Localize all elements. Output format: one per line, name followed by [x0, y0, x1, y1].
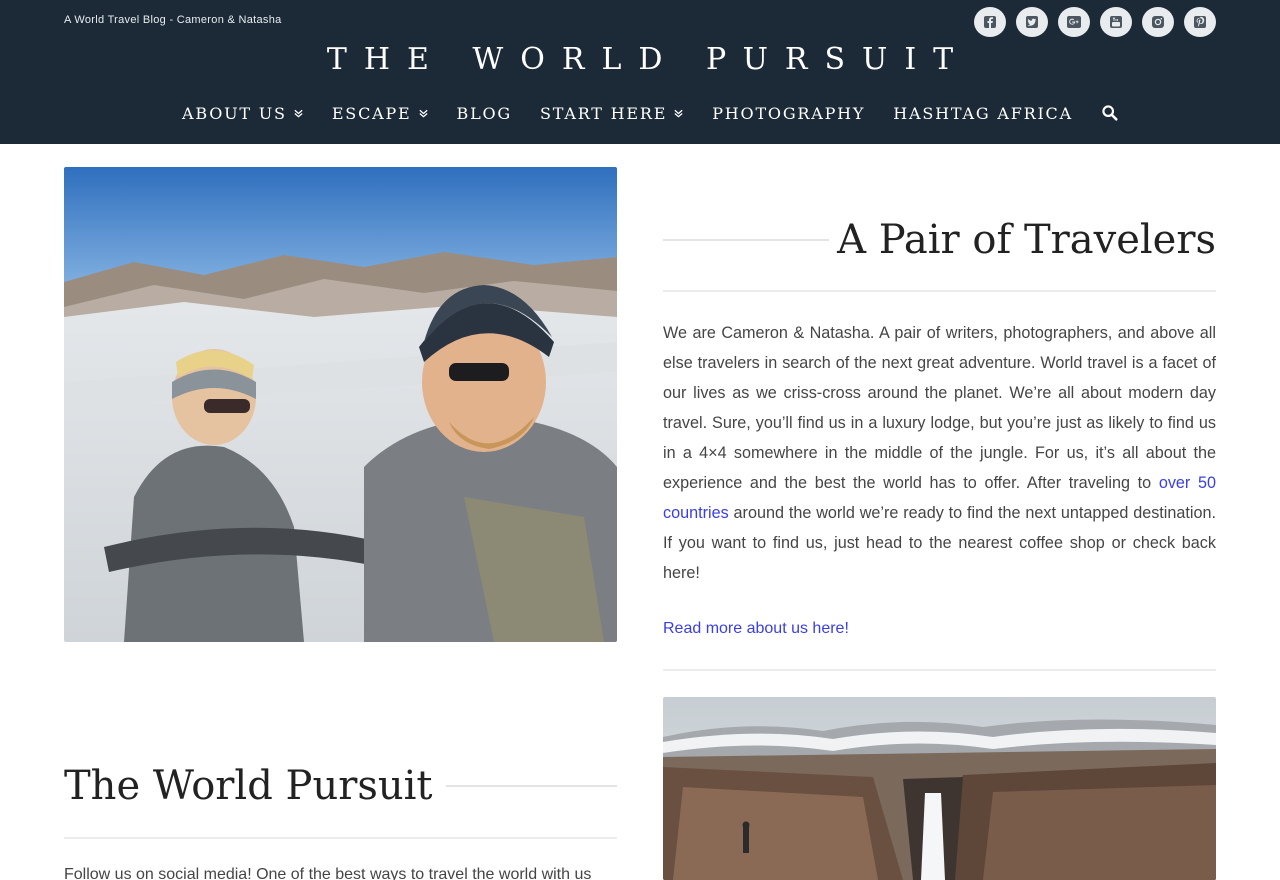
- main-nav: ABOUT US ESCAPE BLOG START HERE PHOTOGRA…: [182, 100, 1121, 126]
- nav-item-label: ESCAPE: [331, 103, 412, 123]
- pursuit-heading-row: The World Pursuit: [64, 758, 617, 814]
- read-more-divider: [663, 669, 1216, 671]
- nav-item-label: PHOTOGRAPHY: [712, 103, 866, 123]
- site-brand-title[interactable]: THE WORLD PURSUIT: [0, 42, 1280, 77]
- facebook-icon[interactable]: [974, 7, 1006, 37]
- instagram-icon[interactable]: [1142, 7, 1174, 37]
- chevron-down-icon: [294, 109, 303, 118]
- nav-item-label: ABOUT US: [182, 103, 287, 123]
- heading-divider: [446, 785, 617, 787]
- twitter-icon[interactable]: [1016, 7, 1048, 37]
- chevron-down-icon: [674, 109, 683, 118]
- nav-item-label: HASHTAG AFRICA: [893, 103, 1073, 123]
- nav-item-hashtag-africa[interactable]: HASHTAG AFRICA: [893, 100, 1073, 126]
- search-icon[interactable]: [1101, 103, 1121, 123]
- read-more-link[interactable]: Read more about us here!: [663, 614, 849, 644]
- site-header: A World Travel Blog - Cameron & Natasha …: [0, 0, 1280, 144]
- nav-item-photography[interactable]: PHOTOGRAPHY: [712, 100, 865, 126]
- about-heading-row: A Pair of Travelers: [663, 212, 1216, 268]
- pinterest-icon[interactable]: [1184, 7, 1216, 37]
- nav-item-blog[interactable]: BLOG: [457, 100, 512, 126]
- youtube-icon[interactable]: [1100, 7, 1132, 37]
- chevron-down-icon: [418, 109, 428, 118]
- about-text-start: We are Cameron & Natasha. A pair of writ…: [663, 324, 1216, 492]
- travelers-snowboard-photo: [64, 167, 617, 642]
- pursuit-heading: The World Pursuit: [64, 763, 433, 809]
- nav-item-start-here[interactable]: START HERE: [540, 100, 684, 126]
- waterfall-canyon-photo: [663, 697, 1216, 880]
- pursuit-divider: [64, 837, 617, 839]
- nav-item-escape[interactable]: ESCAPE: [332, 100, 429, 126]
- nav-item-label: START HERE: [540, 103, 668, 123]
- about-text-end: around the world we’re ready to find the…: [663, 504, 1216, 582]
- social-links: [974, 7, 1216, 37]
- about-divider: [663, 290, 1216, 292]
- nav-item-about-us[interactable]: ABOUT US: [182, 100, 304, 126]
- heading-divider: [663, 239, 829, 241]
- about-heading: A Pair of Travelers: [837, 217, 1216, 263]
- google-plus-icon[interactable]: [1058, 7, 1090, 37]
- site-tagline: A World Travel Blog - Cameron & Natasha: [64, 14, 282, 26]
- about-paragraph: We are Cameron & Natasha. A pair of writ…: [663, 318, 1216, 588]
- nav-item-label: BLOG: [456, 103, 512, 123]
- follow-paragraph: Follow us on social media! One of the be…: [64, 866, 592, 880]
